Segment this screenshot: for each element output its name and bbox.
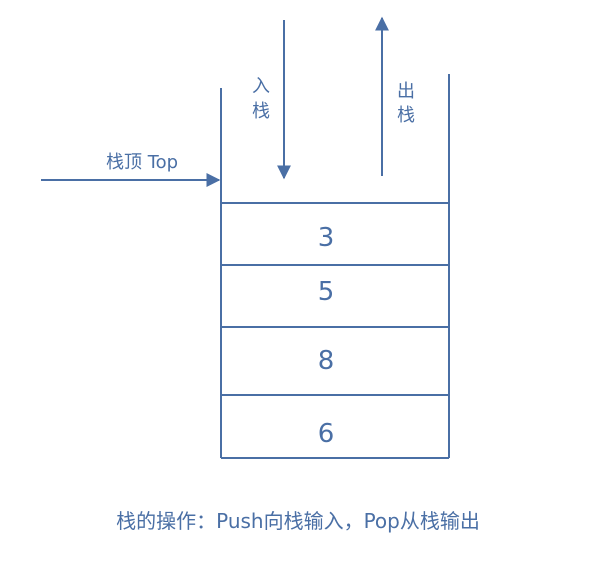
- push-label-line2: 栈: [252, 101, 270, 122]
- stack-value-1: 3: [318, 223, 335, 253]
- stack-diagram: 3 5 8 6 入 栈 出 栈 栈顶 Top 栈的操作：Push向栈输入，Pop…: [41, 16, 480, 533]
- pop-label-line2: 栈: [397, 105, 415, 126]
- stack-value-4: 6: [318, 419, 335, 449]
- stack-top-label: 栈顶 Top: [106, 152, 178, 173]
- stack-value-3: 8: [318, 346, 335, 376]
- pop-label-line1: 出: [397, 81, 415, 102]
- diagram-caption: 栈的操作：Push向栈输入，Pop从栈输出: [116, 509, 480, 533]
- stack-value-2: 5: [318, 277, 335, 307]
- push-label-line1: 入: [252, 76, 270, 97]
